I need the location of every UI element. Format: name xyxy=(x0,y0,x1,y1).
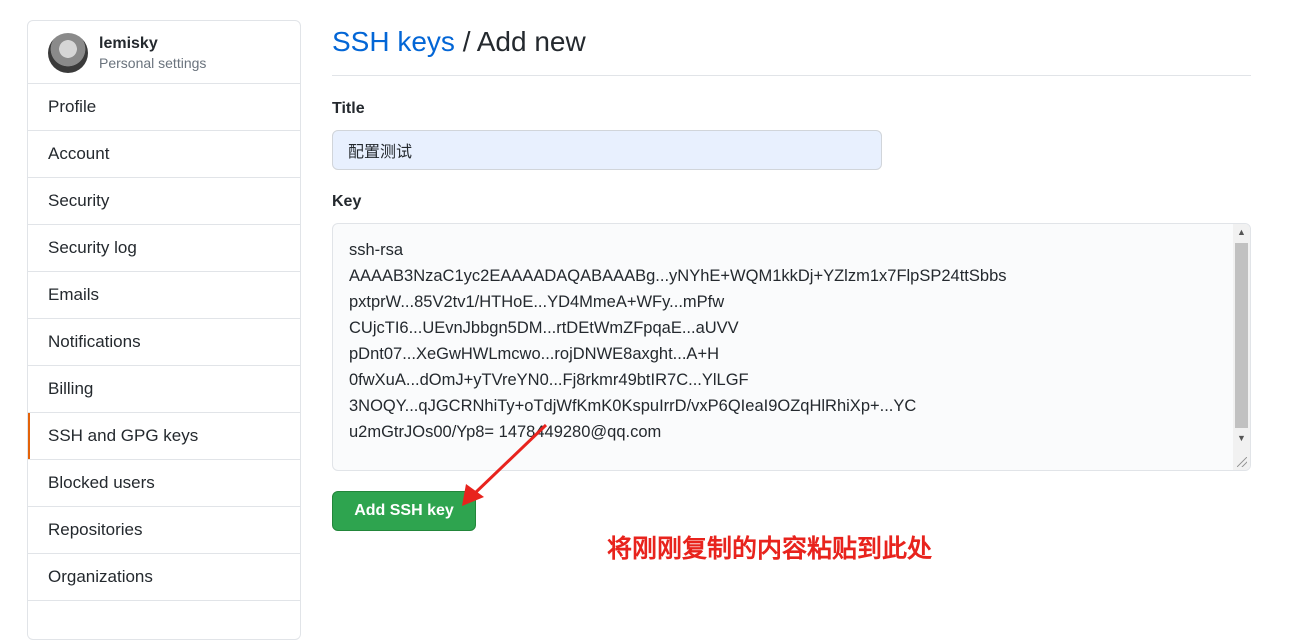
sidebar-item-organizations[interactable]: Organizations xyxy=(28,554,300,601)
sidebar-item-ssh-gpg-keys[interactable]: SSH and GPG keys xyxy=(28,413,300,460)
title-input[interactable] xyxy=(332,130,882,170)
resize-grip-icon[interactable] xyxy=(1237,457,1247,467)
sidebar-item-billing[interactable]: Billing xyxy=(28,366,300,413)
sidebar-item-repositories[interactable]: Repositories xyxy=(28,507,300,554)
scroll-thumb[interactable] xyxy=(1235,243,1248,428)
page-title: SSH keys / Add new xyxy=(332,26,586,58)
avatar[interactable] xyxy=(48,33,88,73)
annotation-text: 将刚刚复制的内容粘贴到此处 xyxy=(607,534,933,563)
breadcrumb-current: Add new xyxy=(476,26,586,57)
breadcrumb-ssh-keys[interactable]: SSH keys xyxy=(332,26,455,57)
sidebar-item-blocked-users[interactable]: Blocked users xyxy=(28,460,300,507)
scroll-up-arrow-icon[interactable]: ▲ xyxy=(1233,224,1250,241)
key-scrollbar[interactable]: ▲ ▼ xyxy=(1233,224,1250,470)
key-label: Key xyxy=(332,193,362,210)
profile-header: lemisky Personal settings xyxy=(28,21,300,84)
sidebar-item-security-log[interactable]: Security log xyxy=(28,225,300,272)
scroll-down-arrow-icon[interactable]: ▼ xyxy=(1233,430,1250,447)
add-ssh-key-button[interactable]: Add SSH key xyxy=(332,491,476,531)
main-content: SSH keys / Add new Title Key ssh-rsa AAA… xyxy=(332,0,1251,614)
personal-settings-label: Personal settings xyxy=(99,55,207,71)
sidebar-item-notifications[interactable]: Notifications xyxy=(28,319,300,366)
sidebar-item-emails[interactable]: Emails xyxy=(28,272,300,319)
username[interactable]: lemisky xyxy=(99,35,158,53)
key-textarea-content[interactable]: ssh-rsa AAAAB3NzaC1yc2EAAAADAQABAAABg...… xyxy=(349,237,1225,445)
sidebar-item-profile[interactable]: Profile xyxy=(28,84,300,131)
key-textarea[interactable]: ssh-rsa AAAAB3NzaC1yc2EAAAADAQABAAABg...… xyxy=(332,223,1251,471)
sidebar-item-security[interactable]: Security xyxy=(28,178,300,225)
settings-sidebar: lemisky Personal settings Profile Accoun… xyxy=(27,20,301,640)
title-label: Title xyxy=(332,100,365,117)
breadcrumb-separator: / xyxy=(454,26,477,57)
sidebar-item-account[interactable]: Account xyxy=(28,131,300,178)
title-divider xyxy=(332,75,1251,76)
